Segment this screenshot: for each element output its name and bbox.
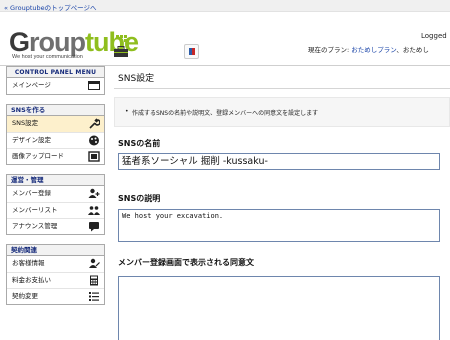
sidebar-item-contract-change[interactable]: 契約変更 <box>7 288 104 304</box>
sidebar-item-label: デザイン設定 <box>12 136 51 144</box>
header: Grouptube We host your communication Log… <box>0 12 450 66</box>
logo-dots-icon <box>116 35 128 43</box>
sidebar-item-label: 料金お支払い <box>12 276 51 284</box>
image-frame-icon <box>88 151 100 162</box>
announce-icon <box>89 222 99 232</box>
agreement-textarea[interactable] <box>118 276 440 340</box>
plan-link[interactable]: おためしプラン <box>351 46 396 54</box>
page-title: SNS設定 <box>118 74 155 84</box>
title-divider <box>114 88 450 89</box>
main-page-icon <box>88 81 100 90</box>
sidebar-item-label: アナウンス管理 <box>12 222 58 230</box>
sidebar-item-label: メンバー登録 <box>12 189 51 197</box>
logged-in-status: Logged <box>421 32 447 40</box>
sns-description-label: SNSの説明 <box>118 194 161 203</box>
sns-name-label: SNSの名前 <box>118 139 161 148</box>
sidebar-item-label: お客様情報 <box>12 259 45 267</box>
sidebar-item-label: メインページ <box>12 81 51 89</box>
logo-g: G <box>9 27 30 57</box>
sidebar-item-sns-settings[interactable]: SNS設定 <box>7 116 104 132</box>
section-title: 運営・管理 <box>7 175 104 186</box>
notice-text: 作成するSNSの名前や説明文、登録メンバーへの同意文を設定します <box>125 108 318 117</box>
list-icon <box>89 292 99 301</box>
sidebar-item-design-settings[interactable]: デザイン設定 <box>7 132 104 148</box>
palette-icon <box>89 135 99 146</box>
top-bar: « Grouptubeのトップページへ <box>0 0 450 12</box>
wrench-icon <box>89 118 100 129</box>
plan-suffix: 、おためし <box>396 46 429 54</box>
control-panel-menu: CONTROL PANEL MENU メインページ <box>6 66 105 95</box>
sidebar-item-member-list[interactable]: メンバーリスト <box>7 202 104 218</box>
users-icon <box>88 206 100 215</box>
sns-description-textarea[interactable]: We host your excavation. <box>118 209 440 242</box>
tagline: We host your communication <box>12 54 83 60</box>
add-user-icon <box>88 188 100 198</box>
sns-section: SNSを作る SNS設定 デザイン設定 画像アップロード <box>6 104 105 165</box>
sidebar-item-member-register[interactable]: メンバー登録 <box>7 186 104 202</box>
operation-section: 運営・管理 メンバー登録 メンバーリスト アナウンス管理 <box>6 174 105 235</box>
sns-name-input[interactable]: 猛者系ソーシャル 掘削 -kussaku- <box>118 153 440 170</box>
logo-tail: tube <box>85 27 139 57</box>
agreement-label: メンバー登録画面で表示される同意文 <box>118 258 254 267</box>
section-title: SNSを作る <box>7 105 104 116</box>
sidebar-item-payment[interactable]: 料金お支払い <box>7 272 104 288</box>
logo-mid: roup <box>29 27 86 57</box>
current-plan: 現在のプラン: おためしプラン、おためし <box>308 44 429 54</box>
section-title: 契約関連 <box>7 245 104 256</box>
sidebar-item-image-upload[interactable]: 画像アップロード <box>7 148 104 164</box>
main-content: SNS設定 作成するSNSの名前や説明文、登録メンバーへの同意文を設定します S… <box>106 66 450 340</box>
section-title: CONTROL PANEL MENU <box>7 67 104 78</box>
control-panel-sidebar: CONTROL PANEL MENU メインページ SNSを作る SNS設定 デ… <box>0 66 106 340</box>
notice-box: 作成するSNSの名前や説明文、登録メンバーへの同意文を設定します <box>114 97 450 127</box>
customer-icon <box>89 258 100 268</box>
sidebar-item-announcement[interactable]: アナウンス管理 <box>7 218 104 234</box>
sidebar-item-label: 画像アップロード <box>12 152 64 160</box>
calculator-icon <box>90 275 98 286</box>
sidebar-item-label: メンバーリスト <box>12 206 58 214</box>
sidebar-item-label: 契約変更 <box>12 292 38 300</box>
site-preview-icon[interactable] <box>184 44 199 59</box>
contract-section: 契約関連 お客様情報 料金お支払い 契約変更 <box>6 244 105 305</box>
sidebar-item-label: SNS設定 <box>12 119 39 127</box>
toolbox-icon <box>114 46 128 57</box>
plan-prefix: 現在のプラン: <box>308 46 352 54</box>
back-to-grouptube-top-link[interactable]: « Grouptubeのトップページへ <box>4 2 97 12</box>
sidebar-item-main-page[interactable]: メインページ <box>7 78 104 94</box>
sidebar-item-customer-info[interactable]: お客様情報 <box>7 256 104 272</box>
